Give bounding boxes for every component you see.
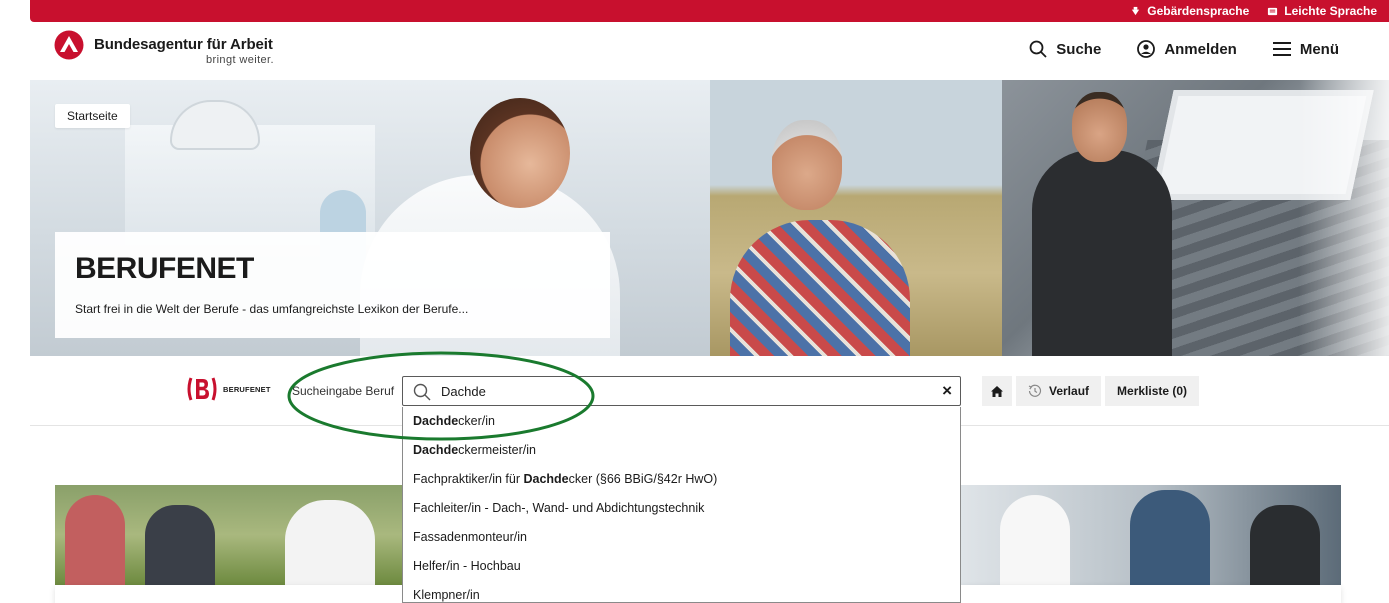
teaser-image-left[interactable] [55,485,415,585]
brand[interactable]: Bundesagentur für Arbeit bringt weiter. [94,36,274,66]
site-header: Bundesagentur für Arbeit bringt weiter. … [30,22,1389,80]
easy-language-link[interactable]: Leichte Sprache [1267,4,1377,18]
breadcrumb-home[interactable]: Startseite [55,104,130,128]
sign-language-link[interactable]: Gebärdensprache [1130,4,1249,18]
toolbar-actions: Verlauf Merkliste (0) [982,376,1200,406]
login-button[interactable]: Anmelden [1137,40,1237,58]
history-label: Verlauf [1049,384,1090,398]
page-subtitle: Start frei in die Welt der Berufe - das … [75,302,469,316]
sign-language-label: Gebärdensprache [1147,4,1250,18]
occupation-search-input[interactable] [441,381,921,401]
hero-banner: Startseite BERUFENET Start frei in die W… [30,80,1389,356]
history-icon [1028,384,1042,397]
menu-label: Menü [1299,40,1339,58]
search-nav-button[interactable]: Suche [1029,40,1101,58]
suggestion-item[interactable]: Fachleiter/in - Dach-, Wand- und Abdicht… [403,494,960,523]
hero-text-card: BERUFENET Start frei in die Welt der Ber… [55,232,610,338]
berufenet-logo[interactable]: BERUFENET [187,376,271,402]
search-field-label: Sucheingabe Beruf [292,384,395,398]
search-icon [1029,40,1047,58]
history-button[interactable]: Verlauf [1016,376,1102,406]
user-circle-icon [1137,40,1156,58]
search-icon [413,383,431,401]
home-button[interactable] [982,376,1012,406]
suggestion-item[interactable]: Fassadenmonteur/in [403,523,960,552]
top-utility-bar: Gebärdensprache Leichte Sprache [30,0,1389,22]
sign-language-icon [1132,6,1140,15]
suggestion-item[interactable]: Dachdeckermeister/in [403,436,960,465]
home-icon [991,385,1003,397]
autocomplete-suggestions: Dachdecker/in Dachdeckermeister/in Fachp… [402,407,961,603]
easy-language-icon [1268,7,1278,15]
hero-image-field [710,80,1002,356]
suggestion-item[interactable]: Klempner/in [403,581,960,602]
occupation-search-box[interactable]: × [402,376,961,406]
clear-search-icon[interactable]: × [942,382,952,400]
brand-claim: bringt weiter. [206,54,274,66]
login-label: Anmelden [1164,40,1237,58]
ba-logo-icon[interactable] [54,30,84,60]
berufenet-logo-text: BERUFENET [223,384,271,394]
suggestion-item[interactable]: Fachpraktiker/in für Dachdecker (§66 BBi… [403,465,960,494]
easy-language-label: Leichte Sprache [1284,4,1377,18]
teaser-card-right[interactable] [960,585,1341,603]
brand-name: Bundesagentur für Arbeit [94,36,273,53]
berufenet-logo-icon [187,377,217,401]
teaser-image-right[interactable] [960,485,1341,585]
suggestion-item[interactable]: Helfer/in - Hochbau [403,552,960,581]
hamburger-menu-icon [1272,42,1291,56]
main-nav: Suche Anmelden Menü [1029,40,1339,58]
watchlist-label: Merkliste (0) [1117,384,1188,398]
menu-button[interactable]: Menü [1272,40,1339,58]
watchlist-button[interactable]: Merkliste (0) [1105,376,1200,406]
search-nav-label: Suche [1056,40,1102,58]
suggestion-item[interactable]: Dachdecker/in [403,407,960,436]
page-title: BERUFENET [75,252,254,285]
accessibility-links: Gebärdensprache Leichte Sprache [1130,0,1377,22]
teaser-card-left[interactable] [55,585,415,603]
